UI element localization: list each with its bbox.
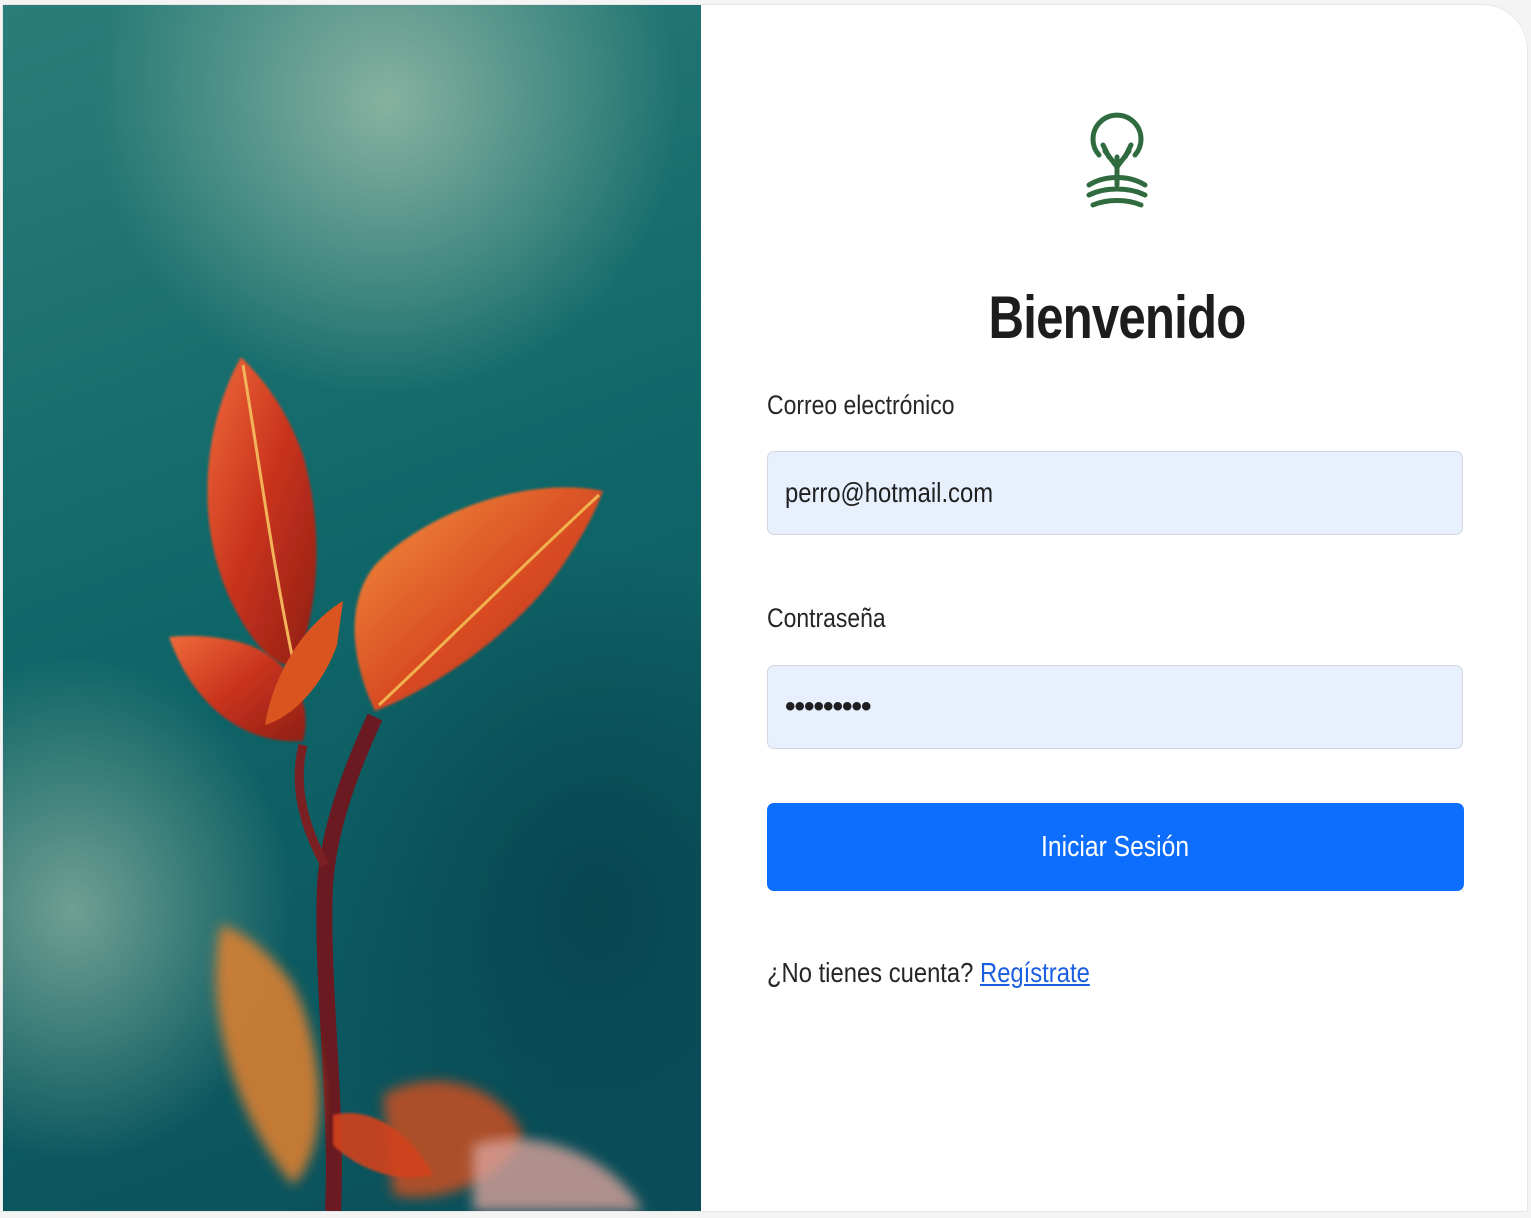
page-title: Bienvenido xyxy=(988,284,1247,351)
login-card: Bienvenido Correo electrónico perro@hotm… xyxy=(2,4,1528,1212)
login-button-label: Iniciar Sesión xyxy=(1041,830,1190,863)
register-prompt: ¿No tienes cuenta? Regístrate xyxy=(767,957,1090,989)
page: Bienvenido Correo electrónico perro@hotm… xyxy=(0,0,1531,1218)
register-link[interactable]: Regístrate xyxy=(980,957,1090,988)
password-field[interactable]: ••••••••• xyxy=(767,665,1463,749)
tree-logo-icon xyxy=(1085,101,1149,211)
email-field[interactable]: perro@hotmail.com xyxy=(767,451,1463,535)
email-value: perro@hotmail.com xyxy=(785,477,994,508)
register-prompt-text: ¿No tienes cuenta? xyxy=(767,957,974,988)
password-value: ••••••••• xyxy=(785,690,872,723)
plant-illustration xyxy=(169,357,643,1211)
password-label: Contraseña xyxy=(767,603,886,633)
email-label: Correo electrónico xyxy=(767,390,955,420)
login-panel: Bienvenido Correo electrónico perro@hotm… xyxy=(701,5,1527,1211)
login-button[interactable]: Iniciar Sesión xyxy=(767,803,1464,891)
hero-image xyxy=(3,5,701,1211)
